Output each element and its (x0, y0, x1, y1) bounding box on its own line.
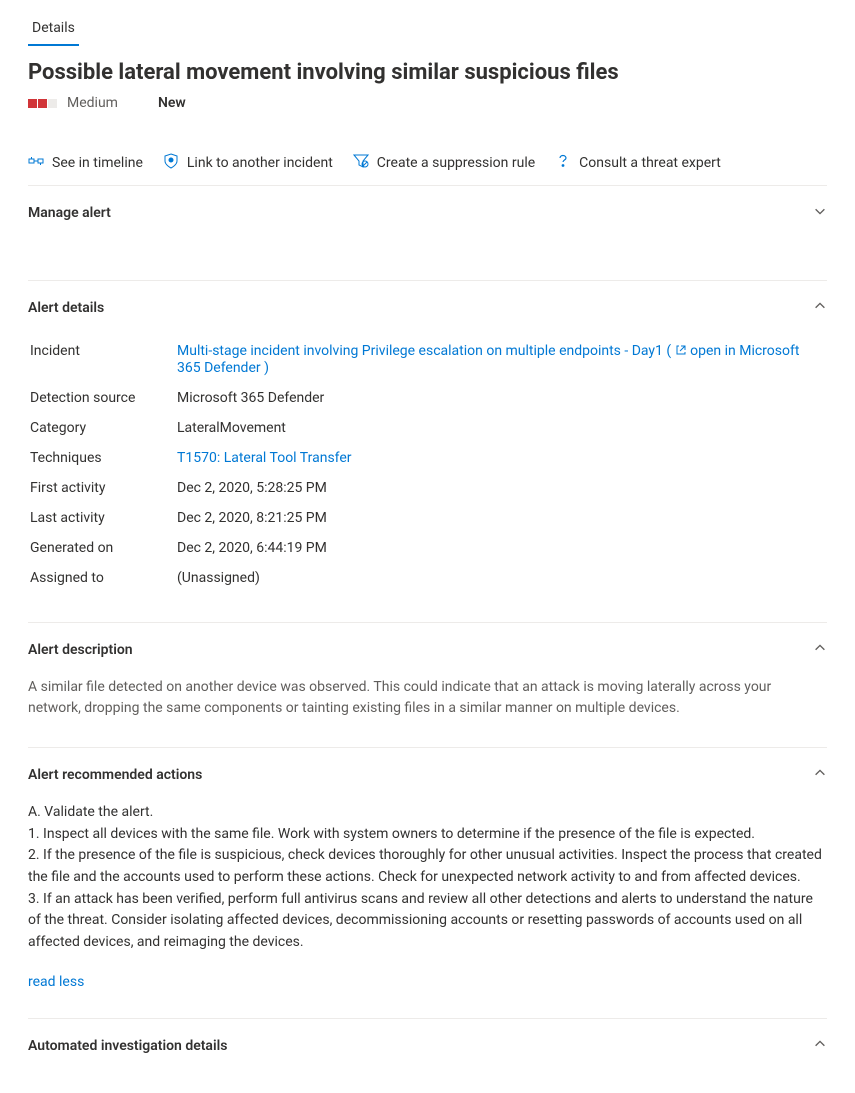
recommended-actions-header[interactable]: Alert recommended actions (28, 748, 827, 802)
manage-alert-header[interactable]: Manage alert (28, 186, 827, 240)
alert-details-table: Incident Multi-stage incident involving … (28, 335, 827, 594)
open-external-icon (675, 344, 687, 360)
detection-source-label: Detection source (30, 384, 175, 412)
manage-alert-section: Manage alert (28, 186, 827, 281)
see-in-timeline-label: See in timeline (52, 155, 143, 171)
chevron-up-icon (813, 766, 827, 784)
alert-description-section: Alert description A similar file detecte… (28, 623, 827, 748)
last-activity-value: Dec 2, 2020, 8:21:25 PM (177, 504, 825, 532)
link-incident-button[interactable]: Link to another incident (163, 149, 333, 177)
generated-on-label: Generated on (30, 534, 175, 562)
timeline-icon (28, 153, 44, 173)
status-label: New (158, 95, 186, 111)
incident-link[interactable]: Multi-stage incident involving Privilege… (177, 343, 799, 376)
suppression-icon (353, 153, 369, 173)
chevron-down-icon (813, 204, 827, 222)
tab-details[interactable]: Details (28, 10, 79, 46)
create-suppression-button[interactable]: Create a suppression rule (353, 149, 535, 177)
shield-icon (163, 153, 179, 173)
chevron-up-icon (813, 299, 827, 317)
techniques-link[interactable]: T1570: Lateral Tool Transfer (177, 450, 352, 466)
page-title: Possible lateral movement involving simi… (28, 60, 827, 85)
category-label: Category (30, 414, 175, 442)
alert-details-section: Alert details Incident Multi-stage incid… (28, 281, 827, 623)
alert-description-text: A similar file detected on another devic… (28, 677, 827, 719)
assigned-to-label: Assigned to (30, 564, 175, 592)
read-less-link[interactable]: read less (28, 974, 827, 990)
alert-details-title: Alert details (28, 300, 104, 316)
chevron-up-icon (813, 1037, 827, 1055)
alert-description-header[interactable]: Alert description (28, 623, 827, 677)
recommended-actions-section: Alert recommended actions A. Validate th… (28, 748, 827, 1019)
first-activity-value: Dec 2, 2020, 5:28:25 PM (177, 474, 825, 502)
category-value: LateralMovement (177, 414, 825, 442)
recommended-actions-title: Alert recommended actions (28, 767, 202, 783)
link-incident-label: Link to another incident (187, 155, 333, 171)
action-toolbar: See in timeline Link to another incident… (28, 141, 827, 186)
consult-expert-label: Consult a threat expert (579, 155, 721, 171)
assigned-to-value: (Unassigned) (177, 564, 825, 592)
techniques-label: Techniques (30, 444, 175, 472)
severity-label: Medium (67, 95, 118, 111)
generated-on-value: Dec 2, 2020, 6:44:19 PM (177, 534, 825, 562)
automated-investigation-section: Automated investigation details (28, 1019, 827, 1073)
detection-source-value: Microsoft 365 Defender (177, 384, 825, 412)
create-suppression-label: Create a suppression rule (377, 155, 535, 171)
alert-details-header[interactable]: Alert details (28, 281, 827, 335)
first-activity-label: First activity (30, 474, 175, 502)
manage-alert-title: Manage alert (28, 205, 111, 221)
incident-label: Incident (30, 337, 175, 382)
recommended-actions-text: A. Validate the alert. 1. Inspect all de… (28, 802, 827, 954)
severity-indicator (28, 99, 57, 108)
automated-investigation-title: Automated investigation details (28, 1038, 227, 1054)
see-in-timeline-button[interactable]: See in timeline (28, 149, 143, 177)
consult-expert-button[interactable]: Consult a threat expert (555, 149, 721, 177)
automated-investigation-header[interactable]: Automated investigation details (28, 1019, 827, 1073)
question-icon (555, 153, 571, 173)
severity-status-row: Medium New (28, 95, 827, 111)
last-activity-label: Last activity (30, 504, 175, 532)
alert-description-title: Alert description (28, 642, 133, 658)
tab-bar: Details (28, 0, 827, 46)
chevron-up-icon (813, 641, 827, 659)
